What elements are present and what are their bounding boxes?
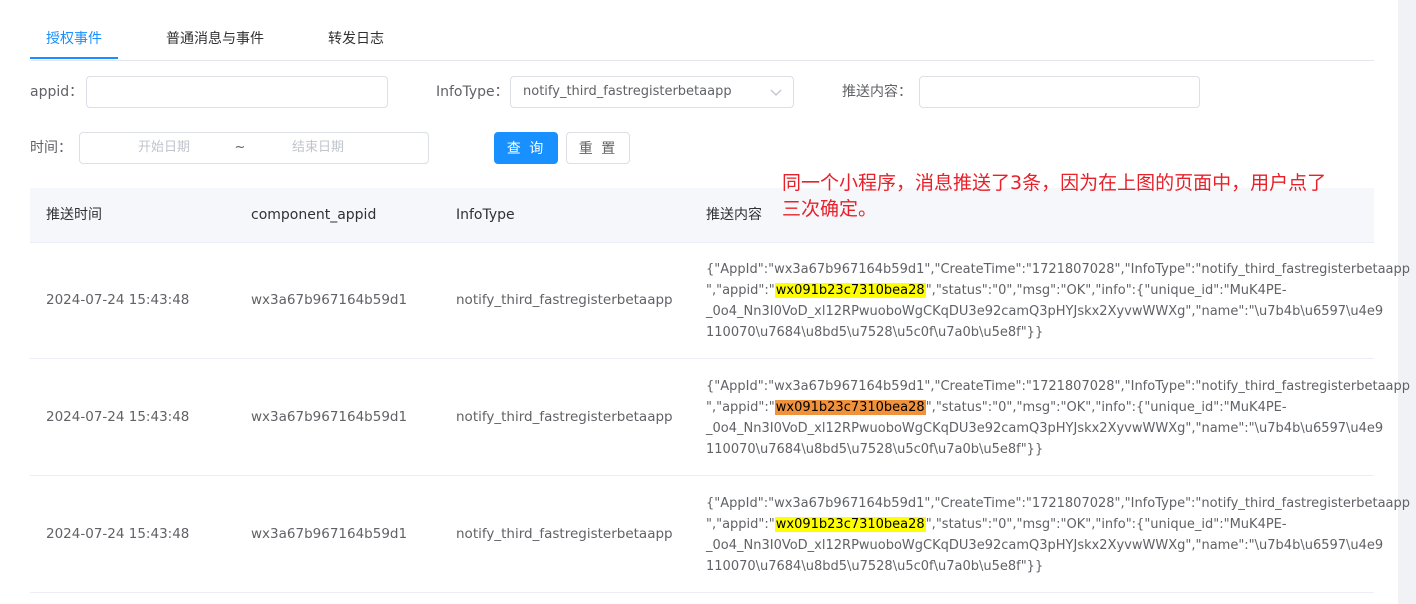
content-fragment: ","appid":"	[706, 400, 775, 415]
content-line: 110070\u7684\u8bd5\u7528\u5c0f\u7a0b\u5e…	[706, 559, 1044, 574]
highlighted-appid: wx091b23c7310bea28	[774, 400, 926, 415]
cell-infotype: notify_third_fastregisterbetaapp	[456, 292, 673, 308]
content-fragment: ","appid":"	[706, 283, 775, 298]
cell-push-content: {"AppId":"wx3a67b967164b59d1","CreateTim…	[706, 259, 1411, 343]
query-button[interactable]: 查 询	[494, 132, 558, 164]
content-fragment: ","status":"0","msg":"OK","info":{"uniqu…	[925, 517, 1287, 532]
content-line: 110070\u7684\u8bd5\u7528\u5c0f\u7a0b\u5e…	[706, 325, 1044, 340]
date-range-separator: ~	[234, 140, 246, 155]
col-push-content: 推送内容	[706, 207, 762, 223]
chevron-down-icon	[770, 89, 782, 96]
annotation-note: 同一个小程序，消息推送了3条，因为在上图的页面中，用户点了 三次确定。	[782, 170, 1392, 222]
content-line: _0o4_Nn3I0VoD_xl12RPwuoboWgCKqDU3e92camQ…	[706, 304, 1384, 319]
cell-component-appid: wx3a67b967164b59d1	[251, 292, 408, 308]
content-line: {"AppId":"wx3a67b967164b59d1","CreateTim…	[706, 496, 1411, 511]
content-line: ","appid":"wx091b23c7310bea28","status":…	[706, 514, 1366, 535]
appid-input[interactable]	[86, 76, 388, 108]
highlighted-appid: wx091b23c7310bea28	[774, 517, 926, 532]
cell-push-time: 2024-07-24 15:43:48	[46, 292, 190, 308]
content-line: _0o4_Nn3I0VoD_xl12RPwuoboWgCKqDU3e92camQ…	[706, 421, 1384, 436]
content-line: 110070\u7684\u8bd5\u7528\u5c0f\u7a0b\u5e…	[706, 442, 1044, 457]
cell-push-content: {"AppId":"wx3a67b967164b59d1","CreateTim…	[706, 493, 1411, 577]
cell-component-appid: wx3a67b967164b59d1	[251, 409, 408, 425]
col-infotype: InfoType	[456, 207, 515, 223]
time-label: 时间：	[30, 140, 72, 156]
tab-bar: 授权事件 普通消息与事件 转发日志	[30, 18, 1374, 61]
col-push-time: 推送时间	[46, 207, 102, 223]
date-range-picker[interactable]: 开始日期 ~ 结束日期	[79, 132, 429, 164]
cell-push-time: 2024-07-24 15:43:48	[46, 526, 190, 542]
tab-normal-messages[interactable]: 普通消息与事件	[166, 18, 264, 59]
table-row: 2024-07-24 15:43:48 wx3a67b967164b59d1 n…	[30, 242, 1411, 359]
table-row: 2024-07-24 15:43:48 wx3a67b967164b59d1 n…	[30, 476, 1411, 593]
highlighted-appid: wx091b23c7310bea28	[774, 283, 926, 298]
content-fragment: ","appid":"	[706, 517, 775, 532]
table-row: 2024-07-24 15:43:48 wx3a67b967164b59d1 n…	[30, 359, 1411, 476]
end-date-input[interactable]: 结束日期	[264, 133, 372, 163]
content-fragment: ","status":"0","msg":"OK","info":{"uniqu…	[925, 283, 1287, 298]
cell-push-time: 2024-07-24 15:43:48	[46, 409, 190, 425]
push-content-input[interactable]	[919, 76, 1200, 108]
infotype-select[interactable]: notify_third_fastregisterbetaapp	[510, 76, 794, 108]
content-fragment: ","status":"0","msg":"OK","info":{"uniqu…	[925, 400, 1287, 415]
tab-forward-log[interactable]: 转发日志	[328, 18, 384, 59]
start-date-input[interactable]: 开始日期	[110, 133, 218, 163]
infotype-label: InfoType：	[436, 84, 509, 100]
content-line: _0o4_Nn3I0VoD_xl12RPwuoboWgCKqDU3e92camQ…	[706, 538, 1384, 553]
annotation-line: 同一个小程序，消息推送了3条，因为在上图的页面中，用户点了	[782, 172, 1327, 194]
cell-infotype: notify_third_fastregisterbetaapp	[456, 409, 673, 425]
push-content-label: 推送内容：	[842, 84, 912, 100]
cell-infotype: notify_third_fastregisterbetaapp	[456, 526, 673, 542]
tab-auth-events[interactable]: 授权事件	[46, 18, 102, 59]
annotation-line: 三次确定。	[782, 198, 878, 220]
page-scroll-gutter	[1398, 0, 1416, 604]
appid-label: appid：	[30, 84, 84, 100]
content-line: ","appid":"wx091b23c7310bea28","status":…	[706, 397, 1366, 418]
cell-push-content: {"AppId":"wx3a67b967164b59d1","CreateTim…	[706, 376, 1411, 460]
cell-component-appid: wx3a67b967164b59d1	[251, 526, 408, 542]
reset-button[interactable]: 重 置	[566, 132, 630, 164]
infotype-selected-value: notify_third_fastregisterbetaapp	[523, 84, 732, 99]
active-tab-indicator	[30, 57, 118, 59]
content-line: ","appid":"wx091b23c7310bea28","status":…	[706, 280, 1366, 301]
col-component-appid: component_appid	[251, 207, 377, 223]
content-line: {"AppId":"wx3a67b967164b59d1","CreateTim…	[706, 262, 1411, 277]
content-line: {"AppId":"wx3a67b967164b59d1","CreateTim…	[706, 379, 1411, 394]
